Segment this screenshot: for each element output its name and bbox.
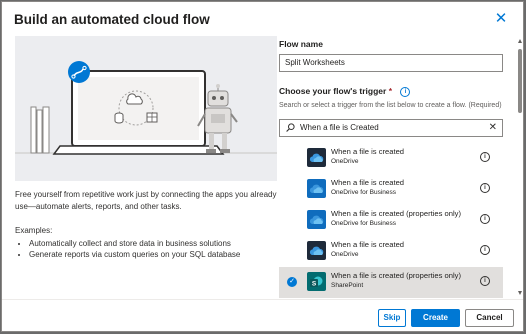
trigger-name: When a file is created: [331, 147, 405, 156]
info-icon[interactable]: i: [480, 152, 490, 162]
trigger-name: When a file is created: [331, 240, 405, 249]
trigger-connector: OneDrive: [331, 158, 359, 165]
dialog-title: Build an automated cloud flow: [14, 12, 210, 27]
info-icon[interactable]: i: [480, 276, 490, 286]
info-icon[interactable]: i: [480, 183, 490, 193]
onedrive-icon: [307, 241, 326, 260]
trigger-help-text: Search or select a trigger from the list…: [279, 102, 502, 109]
example-item: Generate reports via custom queries on y…: [29, 249, 277, 260]
close-icon[interactable]: ✕: [493, 11, 509, 27]
trigger-list: When a file is created OneDrive i When a fi…: [279, 143, 503, 298]
trigger-connector: SharePoint: [331, 282, 364, 289]
trigger-item[interactable]: ✓ S When a file is created (properties onl…: [279, 267, 503, 298]
flow-name-label: Flow name: [279, 39, 323, 49]
cancel-button[interactable]: Cancel: [465, 309, 514, 327]
svg-text:S: S: [312, 281, 317, 288]
trigger-item[interactable]: When a file is created OneDrive i: [279, 236, 503, 267]
info-icon[interactable]: i: [480, 214, 490, 224]
clear-search-icon[interactable]: ✕: [489, 120, 497, 136]
flow-name-input[interactable]: Split Worksheets: [279, 54, 503, 72]
trigger-connector: OneDrive for Business: [331, 220, 397, 227]
create-button[interactable]: Create: [411, 309, 460, 327]
scroll-down-icon[interactable]: [518, 291, 522, 295]
search-icon: [286, 123, 295, 132]
skip-button[interactable]: Skip: [378, 309, 406, 327]
trigger-item[interactable]: When a file is created (properties only)…: [279, 205, 503, 236]
examples-list: Automatically collect and store data in …: [15, 238, 277, 260]
trigger-label-text: Choose your flow's trigger: [279, 86, 387, 96]
scrollbar[interactable]: [518, 39, 523, 295]
onedrive-for-business-icon: [307, 210, 326, 229]
trigger-connector: OneDrive for Business: [331, 189, 397, 196]
description-text: Free yourself from repetitive work just …: [15, 190, 277, 211]
onedrive-icon: [307, 148, 326, 167]
trigger-item[interactable]: When a file is created OneDrive i: [279, 143, 503, 174]
required-mark: *: [388, 86, 393, 96]
trigger-search-input[interactable]: When a file is Created ✕: [279, 119, 503, 137]
build-flow-dialog: Build an automated cloud flow ✕ Free you…: [1, 1, 524, 332]
onedrive-for-business-icon: [307, 179, 326, 198]
example-item: Automatically collect and store data in …: [29, 238, 277, 249]
trigger-connector: OneDrive: [331, 251, 359, 258]
laptop-illustration-icon: [15, 61, 277, 155]
trigger-name: When a file is created (properties only): [331, 209, 461, 218]
sharepoint-icon: S: [307, 272, 326, 291]
footer-divider: [2, 299, 523, 300]
trigger-label: Choose your flow's trigger * i: [279, 86, 411, 97]
info-icon[interactable]: i: [400, 86, 411, 97]
search-value: When a file is Created: [300, 123, 379, 132]
trigger-name: When a file is created: [331, 178, 405, 187]
selected-check-icon: ✓: [287, 277, 297, 287]
info-icon[interactable]: i: [480, 245, 490, 255]
illustration: [15, 36, 277, 181]
trigger-name: When a file is created (properties only): [331, 271, 461, 280]
trigger-item[interactable]: When a file is created OneDrive for Busin…: [279, 174, 503, 205]
scrollbar-thumb[interactable]: [518, 49, 522, 113]
scroll-up-icon[interactable]: [518, 39, 522, 43]
examples-label: Examples:: [15, 226, 53, 235]
form-panel: Flow name Split Worksheets Choose your f…: [279, 39, 504, 298]
